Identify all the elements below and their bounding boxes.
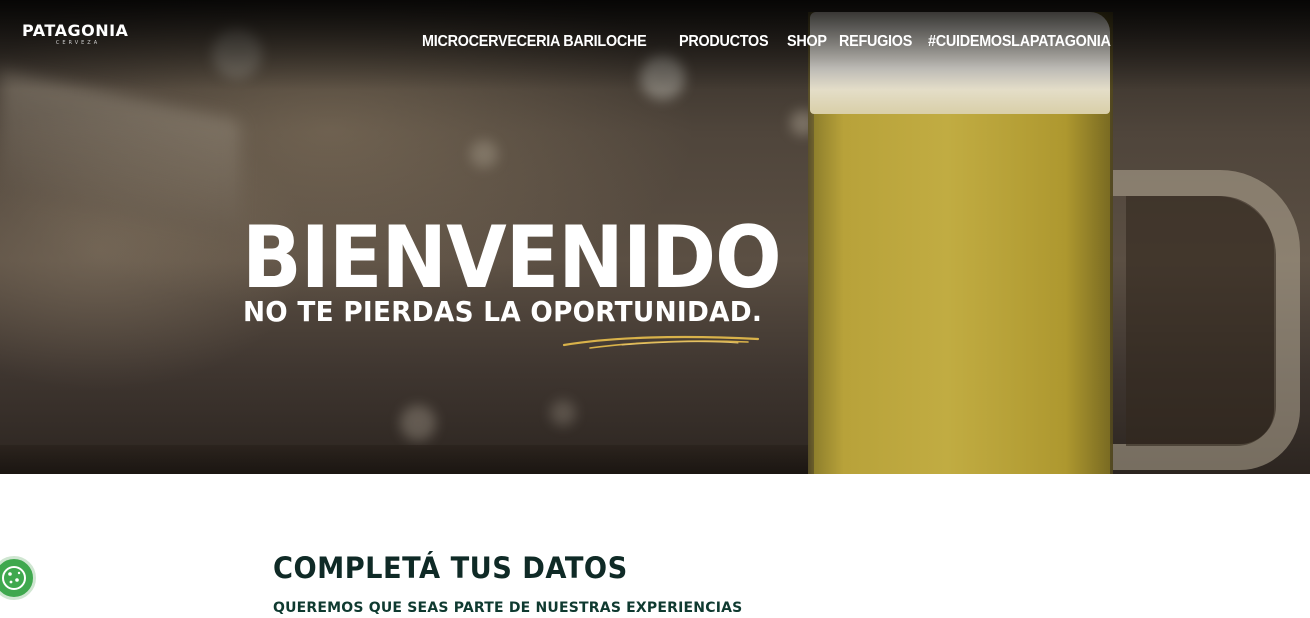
nav-item-productos[interactable]: PRODUCTOS [679,32,769,52]
cookie-settings-button[interactable] [0,556,36,600]
background-shelf [0,69,240,241]
form-title: COMPLETÁ TUS DATOS [273,551,628,585]
nav-item-microcerveceria[interactable]: MICROCERVECERIA BARILOCHE [422,32,647,52]
beer-liquid [814,110,1110,474]
nav-item-refugios[interactable]: REFUGIOS [839,32,912,52]
bokeh-light [400,405,436,441]
cookie-icon [2,566,26,590]
main-nav: MICROCERVECERIA BARILOCHE PRODUCTOS SHOP… [422,32,1139,52]
bokeh-light [550,400,576,426]
nav-item-cuidemoslapatagonia[interactable]: #CUIDEMOSLAPATAGONIA [928,32,1111,52]
bar-counter [0,445,830,474]
logo-text: PATAGONIA [22,21,129,40]
brand-logo[interactable]: PATAGONIA CERVEZA [22,21,129,52]
beer-mug-handle-shadow [1126,196,1276,446]
logo-subtext: CERVEZA [55,40,101,46]
bokeh-light [470,140,498,168]
underline-swoosh [562,335,760,349]
nav-item-shop[interactable]: SHOP [787,32,827,52]
hero-subtitle: NO TE PIERDAS LA OPORTUNIDAD. [243,295,763,328]
form-subtitle: QUEREMOS QUE SEAS PARTE DE NUESTRAS EXPE… [273,600,743,616]
hero-title: BIENVENIDO [242,208,782,308]
